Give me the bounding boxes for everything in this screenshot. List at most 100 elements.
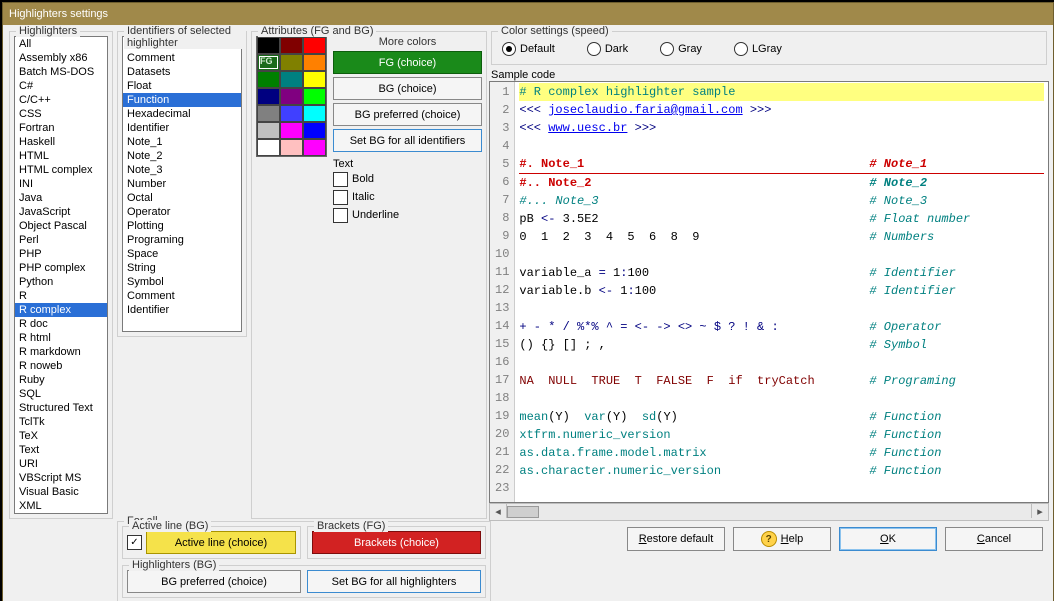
- list-item[interactable]: R html: [15, 331, 107, 345]
- color-swatch[interactable]: [280, 105, 303, 122]
- color-swatch[interactable]: [303, 37, 326, 54]
- list-item[interactable]: Structured Text: [15, 401, 107, 415]
- list-item[interactable]: Comment: [123, 51, 241, 65]
- bg-choice-button[interactable]: BG (choice): [333, 77, 482, 100]
- scroll-left-icon[interactable]: ◂: [490, 504, 507, 518]
- list-item[interactable]: URI: [15, 457, 107, 471]
- list-item[interactable]: C/C++: [15, 93, 107, 107]
- list-item[interactable]: R doc: [15, 317, 107, 331]
- radio-lgray[interactable]: LGray: [734, 42, 782, 56]
- list-item[interactable]: R markdown: [15, 345, 107, 359]
- list-item[interactable]: String: [123, 261, 241, 275]
- color-swatch[interactable]: [280, 122, 303, 139]
- color-swatch[interactable]: [280, 139, 303, 156]
- list-item[interactable]: C#: [15, 79, 107, 93]
- list-item[interactable]: Hexadecimal: [123, 107, 241, 121]
- color-swatch[interactable]: [257, 139, 280, 156]
- color-swatch[interactable]: [303, 122, 326, 139]
- list-item[interactable]: Assembly x86: [15, 51, 107, 65]
- list-item[interactable]: Float: [123, 79, 241, 93]
- color-swatch[interactable]: [303, 88, 326, 105]
- italic-checkbox[interactable]: [333, 190, 348, 205]
- list-item[interactable]: Space: [123, 247, 241, 261]
- list-item[interactable]: Python: [15, 275, 107, 289]
- color-swatch[interactable]: [257, 37, 280, 54]
- list-item[interactable]: JavaScript: [15, 205, 107, 219]
- bold-checkbox[interactable]: [333, 172, 348, 187]
- list-item[interactable]: Identifier: [123, 121, 241, 135]
- set-bg-all-highlighters-button[interactable]: Set BG for all highlighters: [307, 570, 481, 593]
- list-item[interactable]: Haskell: [15, 135, 107, 149]
- list-item[interactable]: Ruby: [15, 373, 107, 387]
- radio-dark[interactable]: Dark: [587, 42, 628, 56]
- color-swatch[interactable]: [257, 71, 280, 88]
- scroll-right-icon[interactable]: ▸: [1031, 504, 1048, 518]
- list-item[interactable]: Fortran: [15, 121, 107, 135]
- color-swatch[interactable]: [303, 54, 326, 71]
- list-item[interactable]: CSS: [15, 107, 107, 121]
- underline-checkbox[interactable]: [333, 208, 348, 223]
- color-swatch[interactable]: [257, 122, 280, 139]
- color-swatch[interactable]: [280, 71, 303, 88]
- color-swatch[interactable]: FG: [257, 54, 280, 71]
- highlighters-list[interactable]: AllAssembly x86Batch MS-DOSC#C/C++CSSFor…: [14, 36, 108, 514]
- ok-button[interactable]: OK: [839, 527, 937, 551]
- list-item[interactable]: Note_1: [123, 135, 241, 149]
- list-item[interactable]: Programing: [123, 233, 241, 247]
- color-swatch[interactable]: [280, 88, 303, 105]
- list-item[interactable]: INI: [15, 177, 107, 191]
- color-swatch[interactable]: [303, 139, 326, 156]
- list-item[interactable]: PHP: [15, 247, 107, 261]
- identifiers-list[interactable]: MarkerCommentDatasetsFloatFunctionHexade…: [122, 36, 242, 332]
- active-line-checkbox[interactable]: ✓: [127, 535, 142, 550]
- color-swatch[interactable]: [303, 105, 326, 122]
- restore-default-button[interactable]: Restore default: [627, 527, 725, 551]
- help-button[interactable]: ?Help: [733, 527, 831, 551]
- list-item[interactable]: Perl: [15, 233, 107, 247]
- list-item[interactable]: HTML complex: [15, 163, 107, 177]
- list-item[interactable]: Visual Basic: [15, 485, 107, 499]
- list-item[interactable]: TeX: [15, 429, 107, 443]
- list-item[interactable]: Symbol: [123, 275, 241, 289]
- color-swatch[interactable]: [280, 54, 303, 71]
- radio-default[interactable]: Default: [502, 42, 555, 56]
- list-item[interactable]: Object Pascal: [15, 219, 107, 233]
- list-item[interactable]: HTML: [15, 149, 107, 163]
- list-item[interactable]: Note_3: [123, 163, 241, 177]
- list-item[interactable]: Text: [15, 443, 107, 457]
- color-swatch[interactable]: [280, 37, 303, 54]
- horizontal-scrollbar[interactable]: ◂ ▸: [489, 503, 1049, 521]
- list-item[interactable]: Comment: [123, 289, 241, 303]
- sample-code[interactable]: # R complex highlighter sample<<< josecl…: [515, 82, 1048, 502]
- list-item[interactable]: R noweb: [15, 359, 107, 373]
- list-item[interactable]: Octal: [123, 191, 241, 205]
- cancel-button[interactable]: Cancel: [945, 527, 1043, 551]
- brackets-choice-button[interactable]: Brackets (choice): [312, 531, 481, 554]
- list-item[interactable]: Java: [15, 191, 107, 205]
- set-bg-all-identifiers-button[interactable]: Set BG for all identifiers: [333, 129, 482, 152]
- list-item[interactable]: SQL: [15, 387, 107, 401]
- scroll-thumb[interactable]: [507, 506, 539, 518]
- active-line-choice-button[interactable]: Active line (choice): [146, 531, 296, 554]
- list-item[interactable]: Function: [123, 93, 241, 107]
- list-item[interactable]: TclTk: [15, 415, 107, 429]
- color-swatch[interactable]: [257, 105, 280, 122]
- list-item[interactable]: Plotting: [123, 219, 241, 233]
- list-item[interactable]: Operator: [123, 205, 241, 219]
- list-item[interactable]: XML: [15, 499, 107, 513]
- list-item[interactable]: VBScript MS: [15, 471, 107, 485]
- list-item[interactable]: PHP complex: [15, 261, 107, 275]
- list-item[interactable]: Identifier: [123, 303, 241, 317]
- color-swatch[interactable]: [303, 71, 326, 88]
- list-item[interactable]: R complex: [15, 303, 107, 317]
- radio-gray[interactable]: Gray: [660, 42, 702, 56]
- hl-bg-preferred-button[interactable]: BG preferred (choice): [127, 570, 301, 593]
- color-swatch[interactable]: [257, 88, 280, 105]
- list-item[interactable]: Datasets: [123, 65, 241, 79]
- fg-choice-button[interactable]: FG (choice): [333, 51, 482, 74]
- bg-preferred-choice-button[interactable]: BG preferred (choice): [333, 103, 482, 126]
- color-palette[interactable]: FG: [256, 36, 327, 157]
- list-item[interactable]: Number: [123, 177, 241, 191]
- list-item[interactable]: R: [15, 289, 107, 303]
- list-item[interactable]: Batch MS-DOS: [15, 65, 107, 79]
